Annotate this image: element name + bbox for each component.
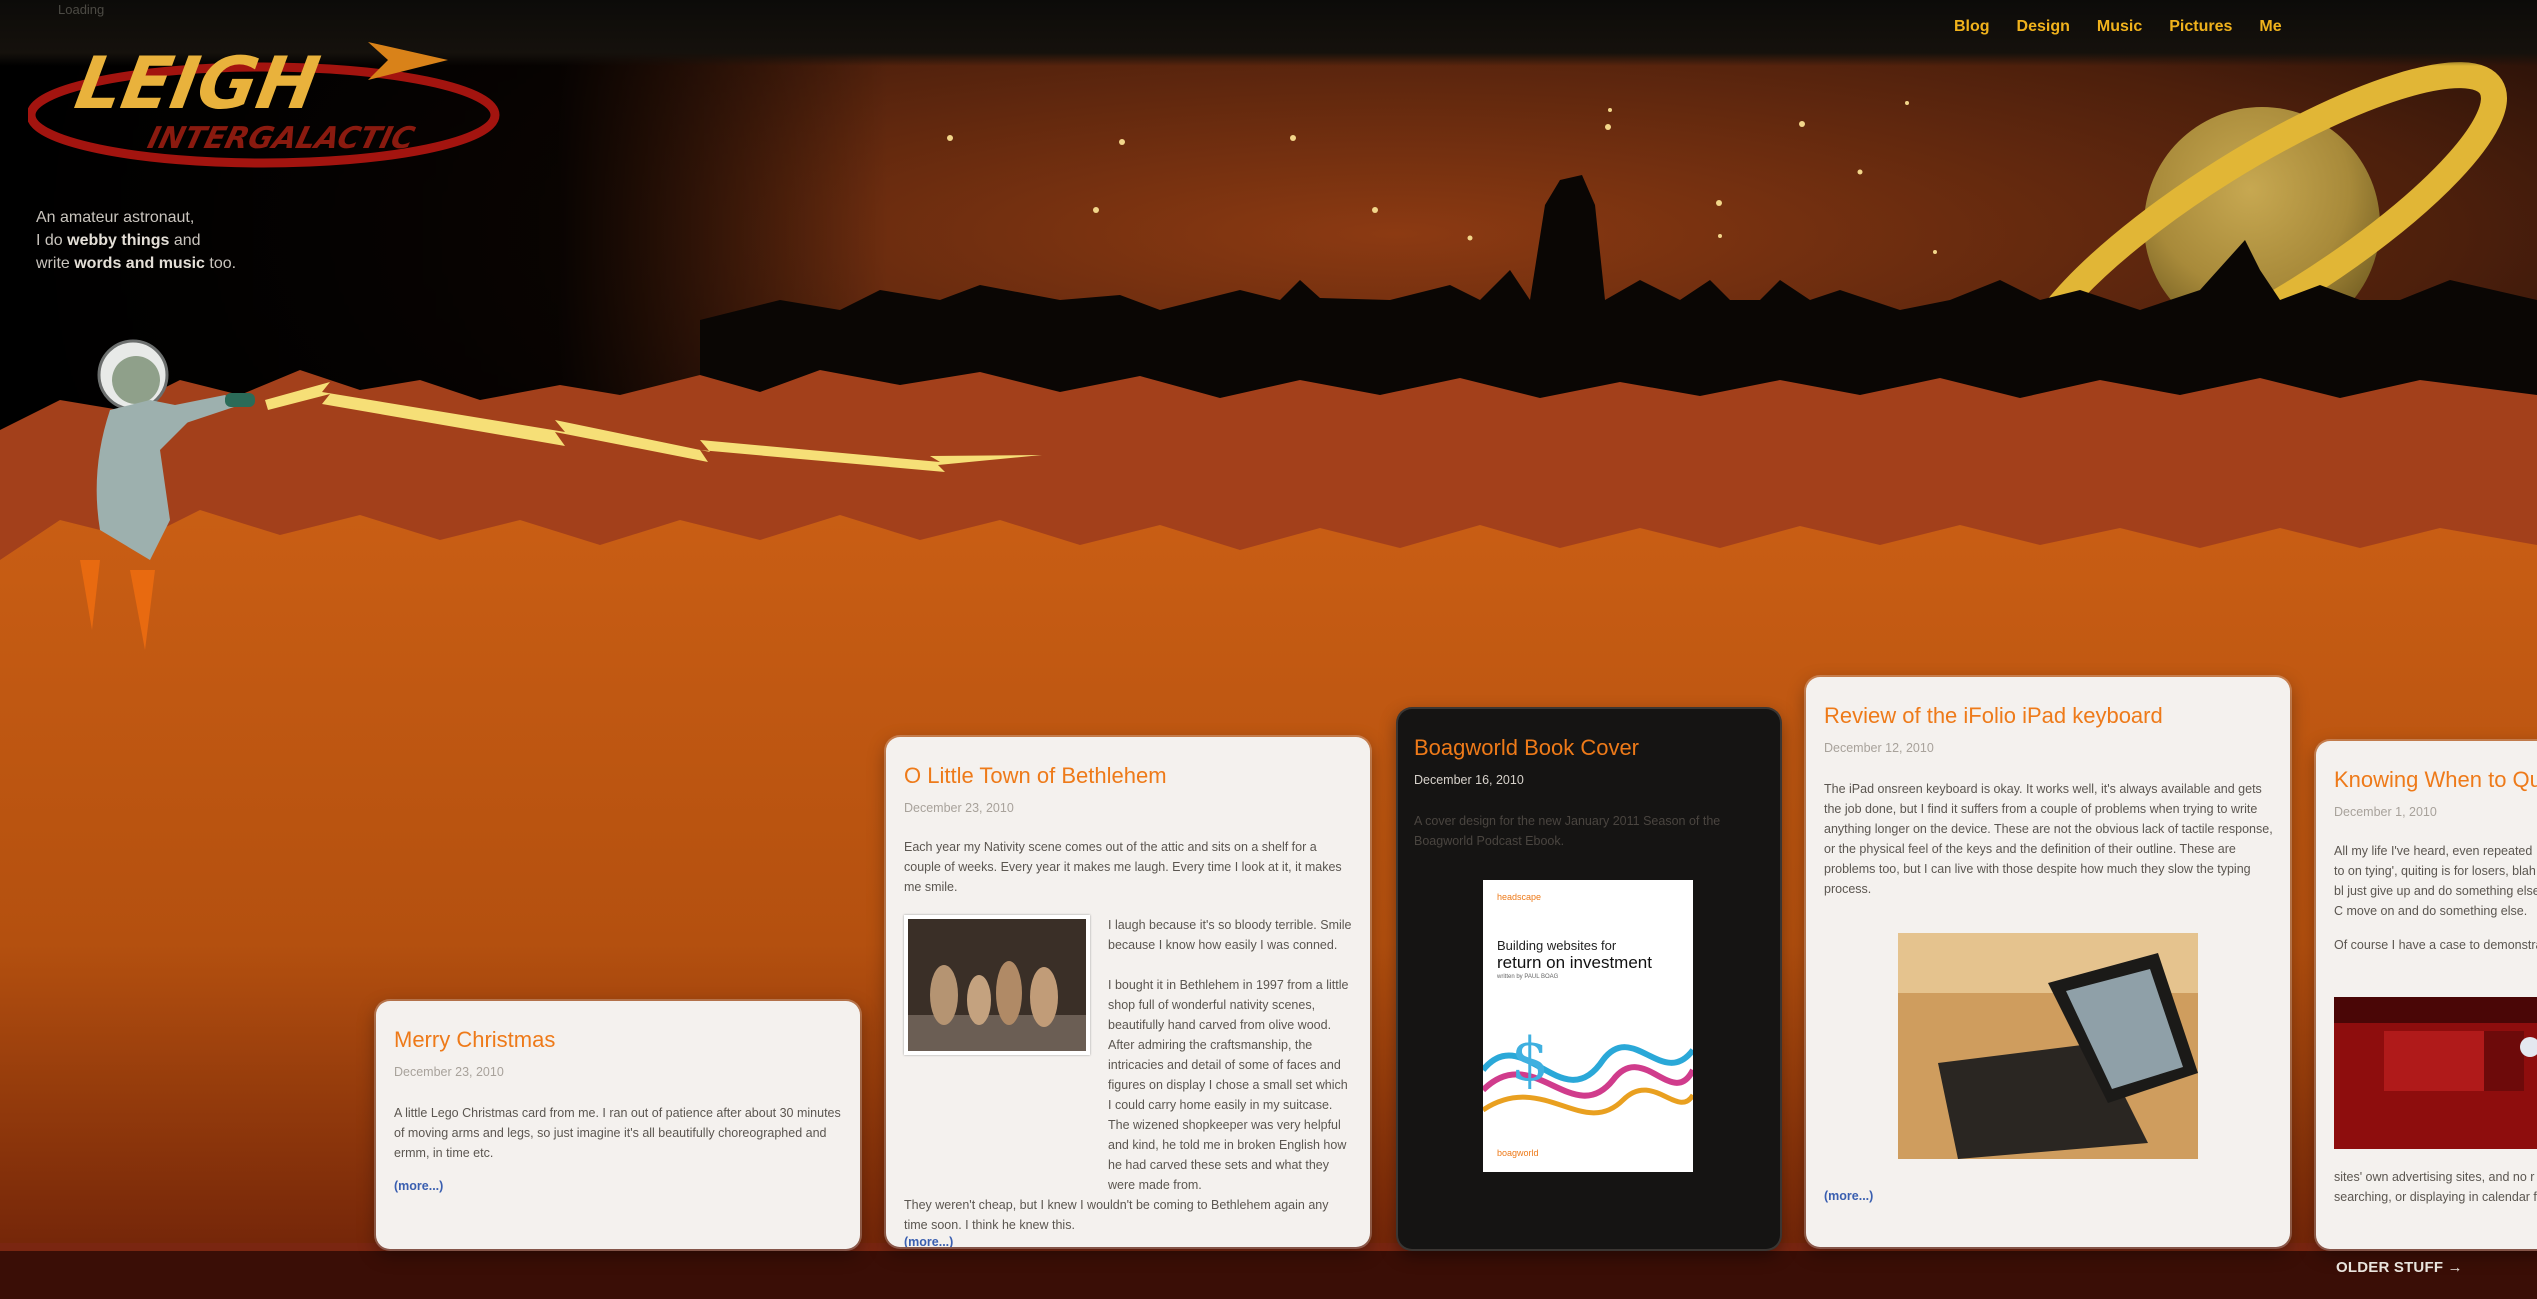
post-title[interactable]: Boagworld Book Cover xyxy=(1414,735,1764,761)
more-link[interactable]: (more...) xyxy=(1824,1189,1873,1203)
nav-me[interactable]: Me xyxy=(2259,18,2281,36)
older-stuff-link[interactable]: OLDER STUFF → xyxy=(2336,1259,2463,1276)
post-date: December 16, 2010 xyxy=(1414,773,1524,787)
post-card-merry-christmas: Merry Christmas December 23, 2010 A litt… xyxy=(376,1001,860,1249)
tagline-text: I do xyxy=(36,232,68,249)
tagline-text: and xyxy=(169,232,201,249)
post-card-boagworld: Boagworld Book Cover December 16, 2010 A… xyxy=(1398,709,1780,1249)
website-screenshot-photo xyxy=(2334,997,2537,1149)
post-paragraph: Each year my Nativity scene comes out of… xyxy=(904,840,1342,894)
book-brand-bottom: boagworld xyxy=(1497,1148,1539,1158)
post-card-knowing-when-to-quit: Knowing When to Qu December 1, 2010 All … xyxy=(2316,741,2537,1249)
post-date: December 1, 2010 xyxy=(2334,805,2437,819)
nav-design[interactable]: Design xyxy=(2017,18,2070,36)
post-excerpt: The iPad onsreen keyboard is okay. It wo… xyxy=(1824,782,2273,896)
post-excerpt: A cover design for the new January 2011 … xyxy=(1414,814,1721,848)
more-link[interactable]: (more...) xyxy=(904,1235,1354,1247)
nativity-photo xyxy=(904,915,1090,1055)
book-byline: written by PAUL BOAG xyxy=(1497,974,1559,980)
tagline-emphasis: webby things xyxy=(67,232,170,249)
book-title-line1: Building websites for xyxy=(1497,938,1617,953)
post-date: December 23, 2010 xyxy=(394,1065,504,1079)
loading-indicator: Loading xyxy=(58,2,105,17)
book-cover-image: headscape Building websites for return o… xyxy=(1483,880,1693,1172)
tagline-line-1: An amateur astronaut, xyxy=(36,209,195,226)
book-title-line2: return on investment xyxy=(1497,953,1652,972)
post-paragraph: They weren't cheap, but I knew I wouldn'… xyxy=(904,1198,1329,1232)
main-nav: Blog Design Music Pictures Me xyxy=(1954,18,2309,36)
nav-music[interactable]: Music xyxy=(2097,18,2142,36)
post-title[interactable]: O Little Town of Bethlehem xyxy=(904,763,1354,789)
post-date: December 12, 2010 xyxy=(1824,741,1934,755)
site-logo[interactable]: LEIGH INTERGALACTIC xyxy=(26,20,508,170)
logo-text-leigh: LEIGH xyxy=(69,43,325,126)
nav-pictures[interactable]: Pictures xyxy=(2169,18,2232,36)
post-title[interactable]: Knowing When to Qu xyxy=(2334,767,2537,793)
post-paragraph: sites' own advertising sites, and no r s… xyxy=(2334,1170,2537,1204)
nav-blog[interactable]: Blog xyxy=(1954,18,1990,36)
post-card-bethlehem: O Little Town of Bethlehem December 23, … xyxy=(886,737,1370,1247)
post-paragraph: All my life I've heard, even repeated to… xyxy=(2334,844,2537,918)
post-date: December 23, 2010 xyxy=(904,801,1014,815)
site-tagline: An amateur astronaut, I do webby things … xyxy=(36,206,236,275)
post-excerpt: A little Lego Christmas card from me. I … xyxy=(394,1106,841,1160)
post-paragraph: Of course I have a case to demonstra xyxy=(2334,938,2537,952)
tagline-text: write xyxy=(36,255,75,272)
svg-text:$: $ xyxy=(1511,1025,1549,1095)
more-link[interactable]: (more...) xyxy=(394,1179,844,1193)
tagline-text: too. xyxy=(204,255,237,272)
tagline-emphasis: words and music xyxy=(74,255,205,272)
logo-text-intergalactic: INTERGALACTIC xyxy=(144,121,418,155)
post-title[interactable]: Review of the iFolio iPad keyboard xyxy=(1824,703,2274,729)
post-paragraph: I laugh because it's so bloody terrible.… xyxy=(1108,918,1352,952)
post-title[interactable]: Merry Christmas xyxy=(394,1027,844,1053)
post-paragraph: I bought it in Bethlehem in 1997 from a … xyxy=(1108,978,1349,1192)
book-brand-top: headscape xyxy=(1497,892,1542,902)
post-card-ifolio: Review of the iFolio iPad keyboard Decem… xyxy=(1806,677,2290,1247)
ipad-keyboard-photo xyxy=(1898,933,2198,1159)
